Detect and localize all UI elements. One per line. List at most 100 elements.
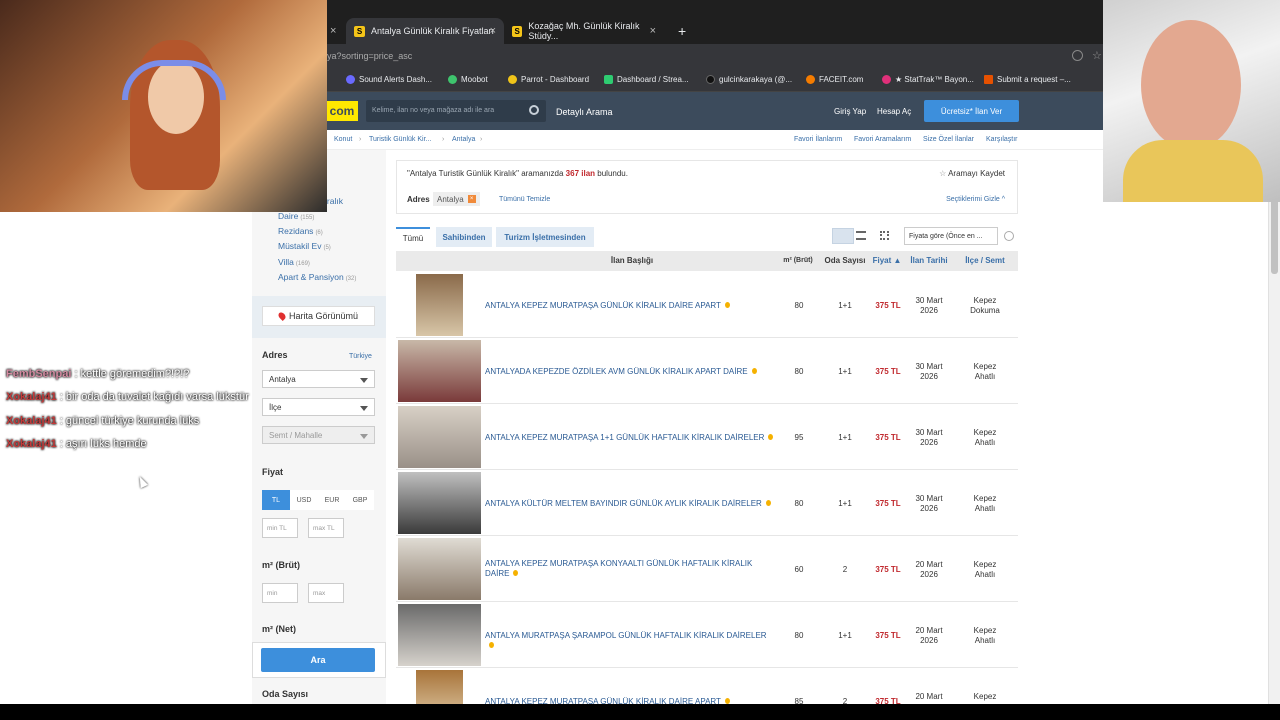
listing-title[interactable]: ANTALYA KÜLTÜR MELTEM BAYINDIR GÜNLÜK AY… <box>485 499 775 509</box>
category-daire[interactable]: Daire (155) <box>278 211 314 221</box>
category-apart[interactable]: Apart & Pansiyon (32) <box>278 272 356 282</box>
listing-title[interactable]: ANTALYA KEPEZ MURATPAŞA GÜNLÜK KİRALIK D… <box>485 301 775 311</box>
tab-kozagac[interactable]: S Kozağaç Mh. Günlük Kiralık Stüdy... × <box>504 18 664 44</box>
col-location[interactable]: İlçe / Semt <box>955 251 1015 271</box>
min-area-input[interactable]: min <box>262 583 298 603</box>
bookmark-star-icon[interactable]: ☆ <box>1092 49 1102 62</box>
view-list-icon[interactable] <box>856 231 866 240</box>
col-rooms[interactable]: Oda Sayısı <box>819 251 871 271</box>
results-panel: "Antalya Turistik Günlük Kiralık" araman… <box>396 150 1020 720</box>
bookmark-item[interactable]: Parrot - Dashboard <box>508 75 589 84</box>
info-icon[interactable] <box>1004 231 1014 241</box>
currency-usd[interactable]: USD <box>290 490 318 510</box>
col-area[interactable]: m² (Brüt) <box>779 251 817 271</box>
min-price-input[interactable]: min TL <box>262 518 298 538</box>
compare-link[interactable]: Karşılaştır <box>986 136 1018 143</box>
map-pin-icon <box>277 311 287 321</box>
listing-title[interactable]: ANTALYADA KEPEZDE ÖZDİLEK AVM GÜNLÜK KİR… <box>485 367 775 377</box>
listing-location: Kepez Ahatlı <box>973 560 997 579</box>
district-select[interactable]: İlçe <box>262 398 375 416</box>
currency-eur[interactable]: EUR <box>318 490 346 510</box>
signup-link[interactable]: Hesap Aç <box>877 107 911 116</box>
city-select[interactable]: Antalya <box>262 370 375 388</box>
listing-title[interactable]: ANTALYA KEPEZ MURATPAŞA KONYAALTI GÜNLÜK… <box>485 559 775 579</box>
currency-tl[interactable]: TL <box>262 490 290 510</box>
currency-gbp[interactable]: GBP <box>346 490 374 510</box>
bookmark-item[interactable]: ★ StatTrak™ Bayon... <box>882 75 974 84</box>
listing-thumbnail[interactable] <box>416 274 463 336</box>
webcam-overlay-left <box>0 0 327 212</box>
chat-message: Xokalaj41 : güncel türkiye kurunda lüks <box>6 415 199 427</box>
close-tab-icon[interactable]: × <box>650 25 656 37</box>
breadcrumb-item[interactable]: Konut <box>334 136 352 143</box>
listing-thumbnail[interactable] <box>398 604 481 666</box>
extension-icon[interactable] <box>1072 50 1083 61</box>
address-filter-chip[interactable]: Antalya × <box>433 192 480 206</box>
scrollbar[interactable] <box>1268 150 1280 704</box>
bookmark-item[interactable]: FACEIT.com <box>806 75 863 84</box>
listing-thumbnail[interactable] <box>398 472 481 534</box>
table-row[interactable]: ANTALYA KEPEZ MURATPAŞA GÜNLÜK KİRALIK D… <box>396 272 1018 338</box>
table-row[interactable]: ANTALYA KÜLTÜR MELTEM BAYINDIR GÜNLÜK AY… <box>396 470 1018 536</box>
listing-price: 375 TL <box>875 565 901 574</box>
max-price-input[interactable]: max TL <box>308 518 344 538</box>
listing-thumbnail[interactable] <box>398 538 481 600</box>
close-tab-icon[interactable]: × <box>490 25 496 37</box>
search-icon[interactable] <box>529 105 539 115</box>
listing-rooms: 2 <box>842 565 848 574</box>
col-price[interactable]: Fiyat ▲ <box>871 251 903 271</box>
tab-all[interactable]: Tümü <box>396 227 430 247</box>
category-rezidans[interactable]: Rezidans (6) <box>278 226 323 236</box>
save-search-link[interactable]: ☆ Aramayı Kaydet <box>939 169 1005 178</box>
chat-message: Xokalaj41 : aşırı lüks hemde <box>6 438 147 450</box>
category-villa[interactable]: Villa (169) <box>278 257 310 267</box>
map-view-button[interactable]: Harita Görünümü <box>262 306 375 326</box>
streamer-face <box>1141 20 1241 150</box>
max-area-input[interactable]: max <box>308 583 344 603</box>
table-row[interactable]: ANTALYA KEPEZ MURATPAŞA KONYAALTI GÜNLÜK… <box>396 536 1018 602</box>
breadcrumb-item[interactable]: Turistik Günlük Kir... <box>369 136 431 143</box>
col-title[interactable]: İlan Başlığı <box>485 251 779 271</box>
table-row[interactable]: ANTALYADA KEPEZDE ÖZDİLEK AVM GÜNLÜK KİR… <box>396 338 1018 404</box>
hide-selections-link[interactable]: Seçtiklerimi Gizle ^ <box>946 196 1005 203</box>
view-grid-icon[interactable] <box>880 231 889 240</box>
search-button[interactable]: Ara <box>261 648 375 672</box>
favorite-listings-link[interactable]: Favori İlanlarım <box>794 136 842 143</box>
post-ad-button[interactable]: Ücretsiz* İlan Ver <box>924 100 1019 122</box>
view-table-icon[interactable] <box>832 228 854 244</box>
tab-tourism[interactable]: Turizm İşletmesinden <box>496 227 594 247</box>
neighborhood-select[interactable]: Semt / Mahalle <box>262 426 375 444</box>
tab-antalya[interactable]: S Antalya Günlük Kiralık Fiyatları × <box>346 18 504 44</box>
bookmark-item[interactable]: gulcinkarakaya (@... <box>706 75 792 84</box>
favorite-searches-link[interactable]: Favori Aramalarım <box>854 136 911 143</box>
category-mustakil-ev[interactable]: Müstakil Ev (5) <box>278 241 331 251</box>
col-date[interactable]: İlan Tarihi <box>905 251 953 271</box>
search-input[interactable]: Kelime, ilan no veya mağaza adı ile ara <box>366 100 546 122</box>
url-text[interactable]: lya?sorting=price_asc <box>325 51 412 61</box>
login-link[interactable]: Giriş Yap <box>834 107 866 116</box>
bookmark-item[interactable]: Submit a request –... <box>984 75 1071 84</box>
listing-thumbnail[interactable] <box>398 406 481 468</box>
listing-area: 80 <box>794 301 804 310</box>
country-link[interactable]: Türkiye <box>349 353 372 360</box>
bookmark-item[interactable]: Sound Alerts Dash... <box>346 75 432 84</box>
special-listings-link[interactable]: Size Özel İlanlar <box>923 136 974 143</box>
detailed-search-link[interactable]: Detaylı Arama <box>556 107 613 117</box>
close-tab-icon[interactable]: × <box>330 18 344 44</box>
tab-owner[interactable]: Sahibinden <box>436 227 492 247</box>
breadcrumb-item[interactable]: Antalya <box>452 136 475 143</box>
listing-thumbnail[interactable] <box>398 340 481 402</box>
new-tab-button[interactable]: + <box>670 18 690 44</box>
listing-title[interactable]: ANTALYA KEPEZ MURATPAŞA 1+1 GÜNLÜK HAFTA… <box>485 433 775 443</box>
clear-all-link[interactable]: Tümünü Temizle <box>499 196 550 203</box>
table-row[interactable]: ANTALYA MURATPAŞA ŞARAMPOL GÜNLÜK HAFTAL… <box>396 602 1018 668</box>
bookmark-item[interactable]: Dashboard / Strea... <box>604 75 689 84</box>
listing-price: 375 TL <box>875 499 901 508</box>
table-row[interactable]: ANTALYA KEPEZ MURATPAŞA 1+1 GÜNLÜK HAFTA… <box>396 404 1018 470</box>
filter-sidebar: ük Kiralık Daire(155) Rezidans(6) Müstak… <box>252 150 386 704</box>
listing-title[interactable]: ANTALYA MURATPAŞA ŞARAMPOL GÜNLÜK HAFTAL… <box>485 631 775 651</box>
sort-select[interactable]: Fiyata göre (Önce en ... <box>904 227 998 245</box>
bookmark-item[interactable]: Moobot <box>448 75 488 84</box>
chevron-down-icon <box>360 434 368 439</box>
site-logo[interactable]: com <box>326 101 358 121</box>
